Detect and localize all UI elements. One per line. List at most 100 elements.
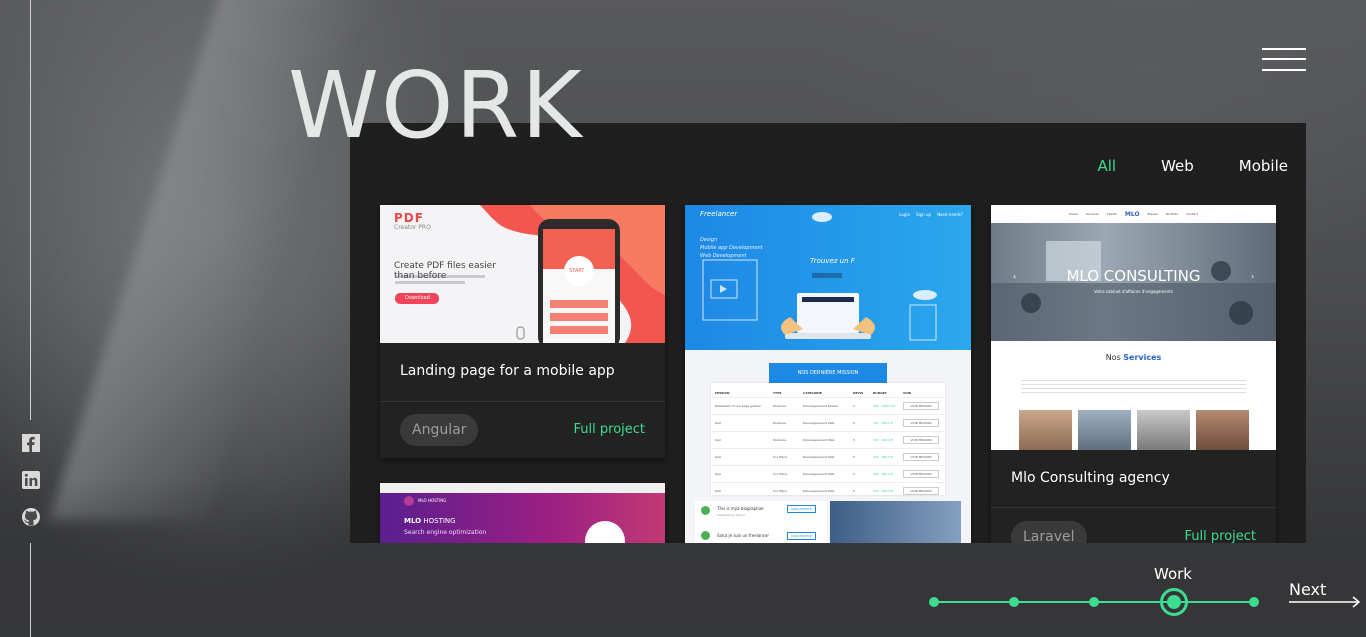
card-divider	[380, 401, 665, 402]
card-title: Mlo Consulting agency	[1011, 470, 1170, 486]
table-cell: Développement Web	[803, 472, 835, 476]
view-mission-button: VOIR MISSION	[903, 487, 939, 495]
arrow-right-icon[interactable]	[1289, 596, 1361, 608]
left-rule-bottom	[30, 543, 31, 637]
view-mission-button: VOIR MISSION	[903, 453, 939, 461]
card-title: Landing page for a mobile app	[400, 363, 615, 379]
linkedin-icon	[22, 471, 40, 489]
freelancer-left-1: Design	[700, 237, 718, 243]
pager-dot-2[interactable]	[1009, 597, 1019, 607]
tech-tag: Angular	[400, 414, 479, 446]
project-card-pdf[interactable]: PDF Creator PRO Create PDF files easier …	[380, 205, 665, 458]
table-cell: 5	[853, 438, 855, 442]
filter-all[interactable]: All	[1097, 157, 1116, 175]
table-row: test Distance Développement Web 5 397 - 800 …	[711, 431, 945, 448]
facebook-link[interactable]	[21, 433, 41, 453]
full-project-link[interactable]: Full project	[1185, 529, 1256, 543]
pager-dot-1[interactable]	[929, 597, 939, 607]
freelancer-nav-signup: Sign up	[915, 212, 932, 217]
mlo-hosting-brand: MLO HOSTING	[418, 498, 447, 503]
th-categorie: CATÉGORIE	[803, 391, 822, 395]
mlo-photo	[1019, 410, 1072, 450]
freelancer-nav: Login Sign up Need needs?	[899, 212, 963, 217]
table-cell: Réalisation d'une page gestion	[715, 404, 762, 408]
project-card-freelancer[interactable]: Freelancer Login Sign up Need needs? Des…	[685, 205, 971, 543]
mlo-hosting-title-2: HOSTING	[421, 517, 456, 525]
project-card-mlo-hosting[interactable]: MLO HOSTING MLO HOSTING Search engine op…	[380, 483, 665, 543]
table-cell: 5	[853, 421, 855, 425]
th-mission: MISSION	[715, 391, 730, 395]
full-project-link[interactable]: Full project	[574, 422, 645, 437]
table-row: test Sur Place Développement Web 5 200 - 800…	[711, 448, 945, 465]
th-budget: BUDGET	[873, 391, 887, 395]
table-cell: Distance	[773, 404, 787, 408]
filter-mobile[interactable]: Mobile	[1239, 157, 1288, 175]
mlo-nav: Home Services Clients MLO Équipe Portfol…	[991, 205, 1276, 223]
table-cell: 5	[853, 472, 855, 476]
pdf-download-button: Download	[405, 295, 430, 301]
filter-tabs: All Web Mobile	[1097, 157, 1288, 175]
profile-bio-2: Salut je suis un freelancer	[717, 533, 770, 538]
pager-label: Work	[1154, 565, 1192, 583]
avatar	[701, 506, 710, 515]
profile-bio-1: This is mya biographier	[717, 506, 764, 511]
freelancer-center-title: Trouvez un F	[810, 257, 855, 265]
table-cell: test	[715, 455, 721, 459]
pdf-headline-1: Create PDF files easier	[394, 261, 496, 271]
project-thumbnail: Home Services Clients MLO Équipe Portfol…	[991, 205, 1276, 450]
mlo-nav-services: Services	[1085, 212, 1099, 216]
mlo-hosting-hero: MLO HOSTING MLO HOSTING Search engine op…	[380, 493, 665, 543]
table-cell: Développement Web	[803, 438, 835, 442]
mlo-nav-clients: Clients	[1106, 212, 1117, 216]
table-cell: test	[715, 438, 721, 442]
linkedin-link[interactable]	[21, 470, 41, 490]
table-cell: Sur Place	[773, 455, 787, 459]
card-divider	[991, 507, 1276, 508]
mlo-services-title-1: Nos	[1105, 353, 1124, 362]
table-cell: test	[715, 489, 721, 493]
mlo-hosting-topbar	[380, 483, 665, 493]
menu-button[interactable]	[1262, 48, 1306, 72]
view-mission-button: VOIR MISSION	[903, 419, 939, 427]
freelancer-left-3: Web Development	[700, 253, 747, 259]
pager-dot-5[interactable]	[1249, 597, 1259, 607]
pdf-logo-sub: Creator PRO	[394, 224, 431, 231]
table-row: test Sur Place Développement Web 5 200 - 800…	[711, 465, 945, 482]
missions-table: MISSION TYPE CATÉGORIE DEVIS BUDGET VOIR…	[711, 383, 945, 495]
table-cell: 200 - 800 DH	[873, 455, 893, 459]
missions-table-header: MISSION TYPE CATÉGORIE DEVIS BUDGET VOIR	[711, 383, 945, 397]
th-voir: VOIR	[903, 391, 912, 395]
mlo-services-title-2: Services	[1123, 353, 1162, 362]
pager-dot-3[interactable]	[1089, 597, 1099, 607]
table-cell: 200 - 5000 DH	[873, 404, 895, 408]
table-cell: 200 - 800 DH	[873, 472, 893, 476]
page-title: WORK	[288, 52, 584, 159]
github-link[interactable]	[21, 507, 41, 527]
freelancer-nav-needs: Need needs?	[937, 212, 963, 217]
work-panel: All Web Mobile PDF Creator PRO Create PD…	[350, 123, 1306, 543]
github-icon	[22, 508, 40, 526]
mlo-hosting-logo-icon	[404, 496, 414, 506]
table-cell: Sur Place	[773, 489, 787, 493]
table-cell: 397 - 800 DH	[873, 438, 893, 442]
facebook-icon	[22, 434, 40, 452]
mlo-services-text	[1021, 380, 1246, 394]
table-cell: Distance	[773, 421, 787, 425]
project-card-mlo-consulting[interactable]: Home Services Clients MLO Équipe Portfol…	[991, 205, 1276, 543]
table-cell: test	[715, 421, 721, 425]
mlo-photo	[1196, 410, 1249, 450]
filter-web[interactable]: Web	[1161, 157, 1194, 175]
th-devis: DEVIS	[853, 391, 864, 395]
mlo-photo	[1078, 410, 1131, 450]
tech-tag: Laravel	[1011, 521, 1087, 543]
mlo-hero: ‹ › MLO CONSULTING Votre cabinet d'affai…	[991, 223, 1276, 341]
left-rule-top	[30, 0, 31, 420]
mlo-hosting-subtitle: Search engine optimization	[404, 529, 487, 536]
pager-dot-4-active[interactable]	[1160, 588, 1188, 616]
th-type: TYPE	[773, 391, 782, 395]
table-cell: 397 - 800 DH	[873, 421, 893, 425]
pdf-start-button: START	[569, 268, 585, 274]
missions-banner: NOS DERNIÈRE MISSION	[769, 363, 887, 383]
freelancer-illustration	[702, 212, 937, 341]
table-cell: Développement Web	[803, 455, 835, 459]
